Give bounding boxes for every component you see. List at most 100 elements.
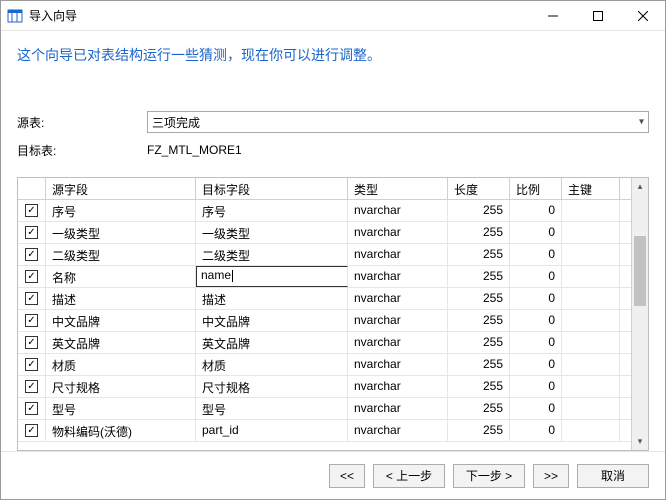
pk-cell[interactable]: [562, 222, 620, 243]
table-row[interactable]: 英文品牌英文品牌nvarchar2550: [18, 332, 631, 354]
source-field-cell[interactable]: 物料编码(沃德): [46, 420, 196, 441]
ratio-cell[interactable]: 0: [510, 354, 562, 375]
length-cell[interactable]: 255: [448, 222, 510, 243]
table-row[interactable]: 尺寸规格尺寸规格nvarchar2550: [18, 376, 631, 398]
header-type[interactable]: 类型: [348, 178, 448, 199]
source-field-cell[interactable]: 一级类型: [46, 222, 196, 243]
table-row[interactable]: 名称namenvarchar2550I: [18, 266, 631, 288]
pk-cell[interactable]: [562, 420, 620, 441]
length-cell[interactable]: 255: [448, 266, 510, 287]
target-field-cell[interactable]: 描述: [196, 288, 348, 309]
ratio-cell[interactable]: 0: [510, 200, 562, 221]
source-field-cell[interactable]: 名称: [46, 266, 196, 287]
target-field-cell[interactable]: 尺寸规格: [196, 376, 348, 397]
target-field-cell[interactable]: 中文品牌: [196, 310, 348, 331]
target-field-cell[interactable]: 英文品牌: [196, 332, 348, 353]
ratio-cell[interactable]: 0: [510, 310, 562, 331]
prev-button[interactable]: < 上一步: [373, 464, 445, 488]
pk-cell[interactable]: [562, 354, 620, 375]
source-field-cell[interactable]: 型号: [46, 398, 196, 419]
ratio-cell[interactable]: 0: [510, 288, 562, 309]
row-checkbox[interactable]: [18, 376, 46, 397]
row-checkbox[interactable]: [18, 266, 46, 287]
target-field-cell[interactable]: 材质: [196, 354, 348, 375]
ratio-cell[interactable]: 0: [510, 244, 562, 265]
length-cell[interactable]: 255: [448, 332, 510, 353]
type-cell[interactable]: nvarchar: [348, 266, 448, 287]
type-cell[interactable]: nvarchar: [348, 354, 448, 375]
table-row[interactable]: 二级类型二级类型nvarchar2550: [18, 244, 631, 266]
type-cell[interactable]: nvarchar: [348, 398, 448, 419]
header-length[interactable]: 长度: [448, 178, 510, 199]
first-button[interactable]: <<: [329, 464, 365, 488]
cancel-button[interactable]: 取消: [577, 464, 649, 488]
length-cell[interactable]: 255: [448, 376, 510, 397]
row-checkbox[interactable]: [18, 244, 46, 265]
last-button[interactable]: >>: [533, 464, 569, 488]
ratio-cell[interactable]: 0: [510, 376, 562, 397]
type-cell[interactable]: nvarchar: [348, 244, 448, 265]
scroll-down-icon[interactable]: ▾: [632, 433, 648, 450]
source-field-cell[interactable]: 尺寸规格: [46, 376, 196, 397]
length-cell[interactable]: 255: [448, 310, 510, 331]
table-row[interactable]: 材质材质nvarchar2550: [18, 354, 631, 376]
type-cell[interactable]: nvarchar: [348, 222, 448, 243]
length-cell[interactable]: 255: [448, 288, 510, 309]
source-field-cell[interactable]: 描述: [46, 288, 196, 309]
row-checkbox[interactable]: [18, 222, 46, 243]
table-row[interactable]: 描述描述nvarchar2550: [18, 288, 631, 310]
ratio-cell[interactable]: 0: [510, 266, 562, 287]
type-cell[interactable]: nvarchar: [348, 288, 448, 309]
table-row[interactable]: 一级类型一级类型nvarchar2550: [18, 222, 631, 244]
ratio-cell[interactable]: 0: [510, 332, 562, 353]
target-field-cell[interactable]: 一级类型: [196, 222, 348, 243]
source-field-cell[interactable]: 序号: [46, 200, 196, 221]
ratio-cell[interactable]: 0: [510, 222, 562, 243]
length-cell[interactable]: 255: [448, 398, 510, 419]
pk-cell[interactable]: [562, 288, 620, 309]
row-checkbox[interactable]: [18, 200, 46, 221]
source-table-select[interactable]: 三项完成 ▾: [147, 111, 649, 133]
vertical-scrollbar[interactable]: ▴ ▾: [631, 178, 648, 450]
pk-cell[interactable]: [562, 376, 620, 397]
target-field-cell[interactable]: 序号: [196, 200, 348, 221]
pk-cell[interactable]: [562, 200, 620, 221]
type-cell[interactable]: nvarchar: [348, 310, 448, 331]
table-row[interactable]: 序号序号nvarchar2550: [18, 200, 631, 222]
pk-cell[interactable]: [562, 398, 620, 419]
table-row[interactable]: 中文品牌中文品牌nvarchar2550: [18, 310, 631, 332]
minimize-button[interactable]: [530, 1, 575, 30]
scroll-thumb[interactable]: [634, 236, 646, 306]
header-pk[interactable]: 主键: [562, 178, 620, 199]
header-ratio[interactable]: 比例: [510, 178, 562, 199]
target-field-cell[interactable]: 型号: [196, 398, 348, 419]
source-field-cell[interactable]: 材质: [46, 354, 196, 375]
row-checkbox[interactable]: [18, 288, 46, 309]
row-checkbox[interactable]: [18, 420, 46, 441]
close-button[interactable]: [620, 1, 665, 30]
ratio-cell[interactable]: 0: [510, 420, 562, 441]
table-row[interactable]: 物料编码(沃德)part_idnvarchar2550: [18, 420, 631, 442]
length-cell[interactable]: 255: [448, 200, 510, 221]
target-field-cell[interactable]: 二级类型: [196, 244, 348, 265]
length-cell[interactable]: 255: [448, 244, 510, 265]
source-field-cell[interactable]: 中文品牌: [46, 310, 196, 331]
target-field-cell[interactable]: part_id: [196, 420, 348, 441]
source-field-cell[interactable]: 二级类型: [46, 244, 196, 265]
scroll-up-icon[interactable]: ▴: [632, 178, 648, 195]
row-checkbox[interactable]: [18, 354, 46, 375]
type-cell[interactable]: nvarchar: [348, 332, 448, 353]
maximize-button[interactable]: [575, 1, 620, 30]
table-row[interactable]: 型号型号nvarchar2550: [18, 398, 631, 420]
source-field-cell[interactable]: 英文品牌: [46, 332, 196, 353]
length-cell[interactable]: 255: [448, 354, 510, 375]
type-cell[interactable]: nvarchar: [348, 376, 448, 397]
type-cell[interactable]: nvarchar: [348, 200, 448, 221]
row-checkbox[interactable]: [18, 310, 46, 331]
length-cell[interactable]: 255: [448, 420, 510, 441]
pk-cell[interactable]: [562, 310, 620, 331]
type-cell[interactable]: nvarchar: [348, 420, 448, 441]
next-button[interactable]: 下一步 >: [453, 464, 525, 488]
ratio-cell[interactable]: 0: [510, 398, 562, 419]
pk-cell[interactable]: [562, 332, 620, 353]
